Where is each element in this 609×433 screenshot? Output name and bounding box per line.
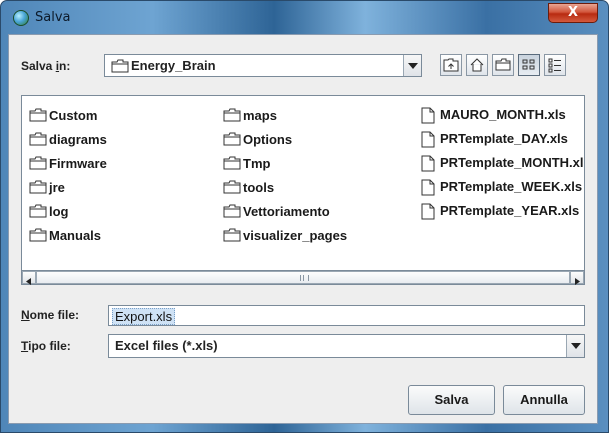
file-name: visualizer_pages — [243, 228, 348, 243]
file-icon — [421, 131, 435, 148]
chevron-down-icon[interactable] — [403, 55, 421, 76]
file-icon — [421, 107, 435, 124]
up-folder-icon — [443, 58, 459, 72]
filename-input[interactable]: Export.xls — [108, 305, 585, 326]
filename-label: Nome file: — [21, 308, 80, 322]
file-list[interactable]: Custom diagrams Firmware jre log Manuals — [21, 95, 585, 272]
file-icon — [421, 155, 435, 172]
list-item[interactable]: PRTemplate_MONTH.xls — [420, 154, 584, 172]
chevron-right-icon — [575, 278, 580, 285]
up-folder-button[interactable] — [440, 54, 462, 76]
list-view-button[interactable] — [518, 54, 540, 76]
file-name: PRTemplate_YEAR.xls — [440, 203, 580, 218]
list-view-icon — [522, 59, 535, 70]
details-view-button[interactable] — [544, 54, 566, 76]
horizontal-scrollbar[interactable] — [21, 270, 585, 285]
folder-icon — [223, 228, 241, 242]
window-title: Salva — [35, 10, 71, 25]
folder-icon — [111, 59, 129, 73]
file-name: Custom — [49, 108, 98, 123]
chevron-left-icon — [26, 278, 31, 285]
file-name: PRTemplate_DAY.xls — [440, 131, 568, 146]
grip-icon — [300, 275, 309, 281]
file-name: Firmware — [49, 156, 107, 171]
dialog-content: Salva in: Energy_Brain Custom diagrams F… — [8, 34, 598, 424]
file-name: Vettoriamento — [243, 204, 330, 219]
file-name: log — [49, 204, 69, 219]
close-button[interactable]: X — [548, 3, 598, 23]
filetype-combo[interactable]: Excel files (*.xls) — [108, 334, 585, 358]
new-folder-icon — [495, 58, 511, 71]
folder-icon — [29, 108, 47, 122]
file-icon — [421, 179, 435, 196]
filetype-label: Tipo file: — [21, 339, 71, 353]
file-name: tools — [243, 180, 275, 195]
home-button[interactable] — [466, 54, 488, 76]
filename-value: Export.xls — [112, 308, 176, 325]
scroll-right-button[interactable] — [570, 271, 584, 285]
folder-icon — [29, 180, 47, 194]
save-button[interactable]: Salva — [408, 385, 495, 415]
new-folder-button[interactable] — [492, 54, 514, 76]
folder-icon — [29, 156, 47, 170]
file-name: Manuals — [49, 228, 102, 243]
file-icon — [421, 203, 435, 220]
file-name: maps — [243, 108, 277, 123]
home-icon — [470, 58, 484, 72]
filetype-value: Excel files (*.xls) — [115, 338, 218, 353]
cancel-button[interactable]: Annulla — [503, 385, 585, 415]
file-name: Options — [243, 132, 293, 147]
app-icon — [13, 10, 29, 26]
title-bar[interactable]: Salva X — [1, 1, 608, 35]
folder-icon — [29, 204, 47, 218]
folder-icon — [223, 204, 241, 218]
file-name: Tmp — [243, 156, 271, 171]
file-name: diagrams — [49, 132, 107, 147]
lookin-value: Energy_Brain — [131, 58, 216, 73]
chevron-down-icon[interactable] — [566, 335, 584, 357]
folder-icon — [223, 132, 241, 146]
scroll-left-button[interactable] — [22, 271, 36, 285]
file-name: MAURO_MONTH.xls — [440, 107, 566, 122]
save-dialog-window: Salva X Salva in: Energy_Brain Custom di… — [0, 0, 609, 433]
folder-icon — [223, 156, 241, 170]
details-view-icon — [548, 58, 561, 73]
folder-icon — [223, 180, 241, 194]
file-name: PRTemplate_WEEK.xls — [440, 179, 583, 194]
folder-icon — [29, 228, 47, 242]
lookin-combo[interactable]: Energy_Brain — [104, 54, 422, 77]
file-name: jre — [49, 180, 65, 195]
file-name: PRTemplate_MONTH.xls — [440, 155, 584, 170]
scrollbar-thumb[interactable] — [36, 271, 570, 284]
folder-icon — [29, 132, 47, 146]
folder-icon — [223, 108, 241, 122]
lookin-label: Salva in: — [21, 59, 71, 73]
